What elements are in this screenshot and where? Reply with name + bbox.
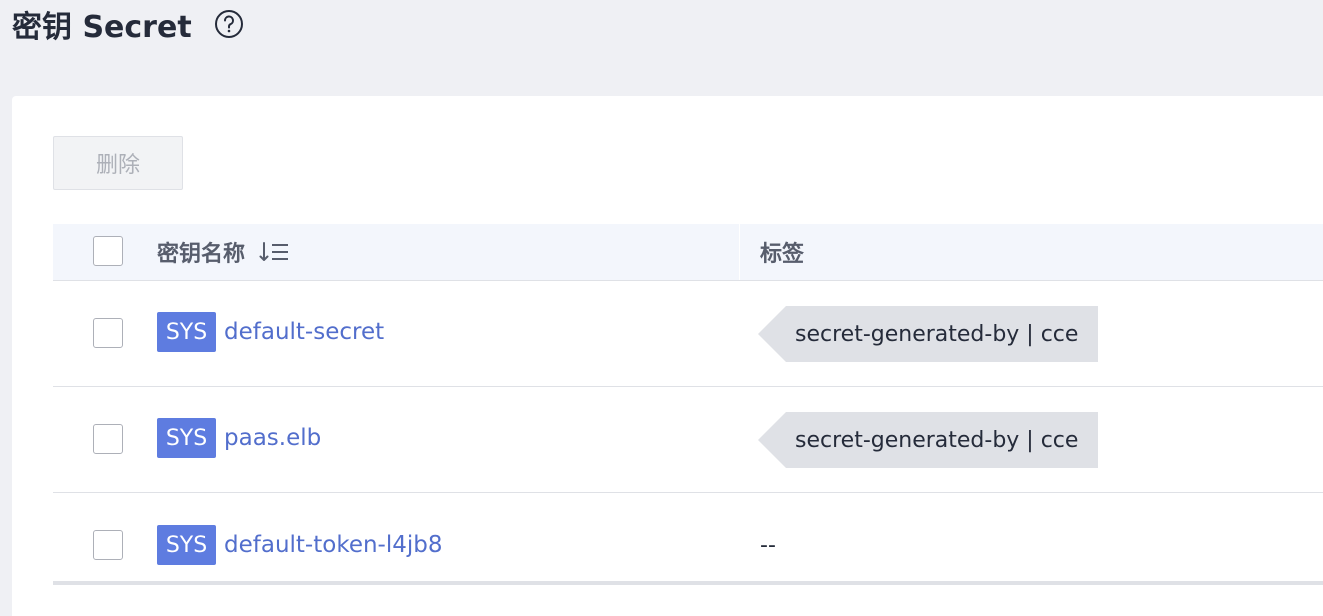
sys-badge: SYS <box>157 418 216 458</box>
column-divider <box>739 224 740 280</box>
secret-name-link[interactable]: default-token-l4jb8 <box>224 532 443 558</box>
secret-name-link[interactable]: default-secret <box>224 319 384 345</box>
column-header-name-label: 密钥名称 <box>157 242 246 267</box>
table-row: SYS paas.elb secret-generated-by | cce <box>53 387 1323 493</box>
label-tag: secret-generated-by | cce <box>758 412 1099 468</box>
sys-badge: SYS <box>157 312 216 352</box>
secret-name-cell: SYS default-token-l4jb8 <box>157 525 443 565</box>
row-checkbox[interactable] <box>93 318 123 348</box>
secret-name-cell: SYS paas.elb <box>157 418 321 458</box>
table-row: SYS default-token-l4jb8 -- <box>53 493 1323 585</box>
delete-button[interactable]: 删除 <box>53 136 183 190</box>
row-checkbox[interactable] <box>93 530 123 560</box>
column-header-labels: 标签 <box>760 242 805 267</box>
secret-name-cell: SYS default-secret <box>157 312 384 352</box>
column-header-name: 密钥名称 <box>157 224 293 280</box>
secret-list-panel: 删除 密钥名称 标签 SYS default-secret secret-gen… <box>12 96 1323 616</box>
label-tag: secret-generated-by | cce <box>758 306 1099 362</box>
secrets-table: 密钥名称 标签 SYS default-secret secret-genera… <box>53 224 1323 585</box>
page-title: 密钥 Secret <box>12 10 192 45</box>
select-all-checkbox[interactable] <box>93 236 123 266</box>
sort-descending-icon[interactable] <box>259 240 293 264</box>
table-row: SYS default-secret secret-generated-by |… <box>53 281 1323 387</box>
label-tag-text: secret-generated-by | cce <box>786 306 1099 362</box>
tag-arrow-shape <box>758 306 786 362</box>
label-tag-text: secret-generated-by | cce <box>786 412 1099 468</box>
row-checkbox[interactable] <box>93 424 123 454</box>
secret-name-link[interactable]: paas.elb <box>224 425 321 451</box>
table-header: 密钥名称 标签 <box>53 224 1323 281</box>
question-circle-icon[interactable] <box>214 9 244 39</box>
empty-labels-placeholder: -- <box>760 532 776 558</box>
page-header: 密钥 Secret <box>12 0 244 48</box>
tag-arrow-shape <box>758 412 786 468</box>
sys-badge: SYS <box>157 525 216 565</box>
